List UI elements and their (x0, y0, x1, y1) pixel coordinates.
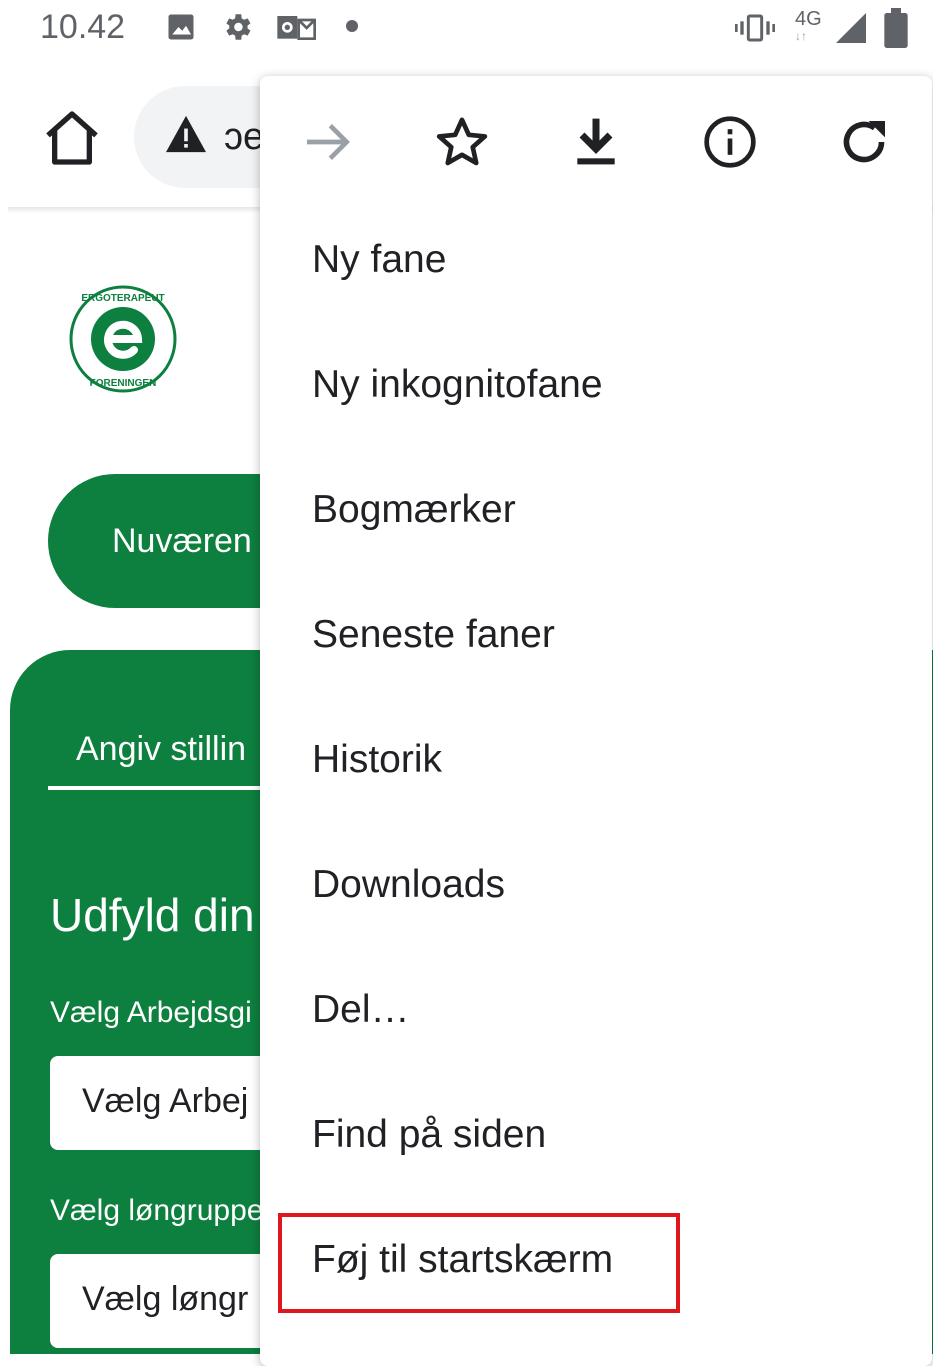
signal-icon (836, 13, 866, 43)
menu-item-share[interactable]: Del… (312, 988, 410, 1032)
menu-item-find-in-page[interactable]: Find på siden (312, 1113, 546, 1157)
status-bar: 10.42 4G ↓↑ (0, 0, 933, 60)
battery-icon (884, 8, 908, 48)
url-text: ɔe (224, 116, 265, 158)
employer-label: Vælg Arbejdsgi (50, 996, 252, 1029)
bookmark-star-icon[interactable] (434, 114, 490, 170)
svg-text:FORENINGEN: FORENINGEN (90, 378, 157, 389)
settings-gear-icon (226, 14, 251, 40)
info-icon[interactable] (702, 114, 758, 170)
salary-group-select-value: Vælg løngr (82, 1280, 249, 1318)
current-position-label: Nuværen (112, 522, 252, 560)
svg-text:ERGOTERAPEUT: ERGOTERAPEUT (81, 293, 164, 304)
network-label: 4G (795, 8, 822, 30)
menu-item-incognito-tab[interactable]: Ny inkognitofane (312, 363, 603, 407)
browser-overflow-menu: Ny fane Ny inkognitofane Bogmærker Senes… (260, 76, 932, 1366)
warning-icon[interactable] (164, 114, 208, 154)
notification-dot-icon (346, 20, 358, 32)
active-tab-indicator (48, 786, 278, 790)
menu-item-history[interactable]: Historik (312, 738, 442, 782)
menu-icon-row (260, 76, 932, 206)
vibrate-icon (735, 14, 775, 42)
menu-item-downloads[interactable]: Downloads (312, 863, 505, 907)
network-4g-icon: 4G ↓↑ (795, 8, 825, 48)
status-time: 10.42 (40, 8, 126, 46)
form-heading: Udfyld din (50, 889, 255, 941)
salary-group-label: Vælg løngruppe (50, 1194, 264, 1227)
download-icon[interactable] (568, 114, 624, 170)
forward-arrow-icon[interactable] (300, 114, 356, 170)
tab-angiv-stilling[interactable]: Angiv stillin (76, 730, 246, 769)
refresh-icon[interactable] (836, 114, 892, 170)
home-icon[interactable] (40, 106, 104, 170)
employer-select-value: Vælg Arbej (82, 1082, 249, 1120)
image-icon (168, 14, 194, 40)
outlook-icon (277, 16, 316, 40)
menu-item-bookmarks[interactable]: Bogmærker (312, 488, 516, 532)
menu-item-new-tab[interactable]: Ny fane (312, 238, 446, 282)
ergoterapeut-logo: ERGOTERAPEUT FORENINGEN (69, 285, 177, 393)
menu-item-recent-tabs[interactable]: Seneste faner (312, 613, 555, 657)
highlight-box (278, 1213, 680, 1313)
